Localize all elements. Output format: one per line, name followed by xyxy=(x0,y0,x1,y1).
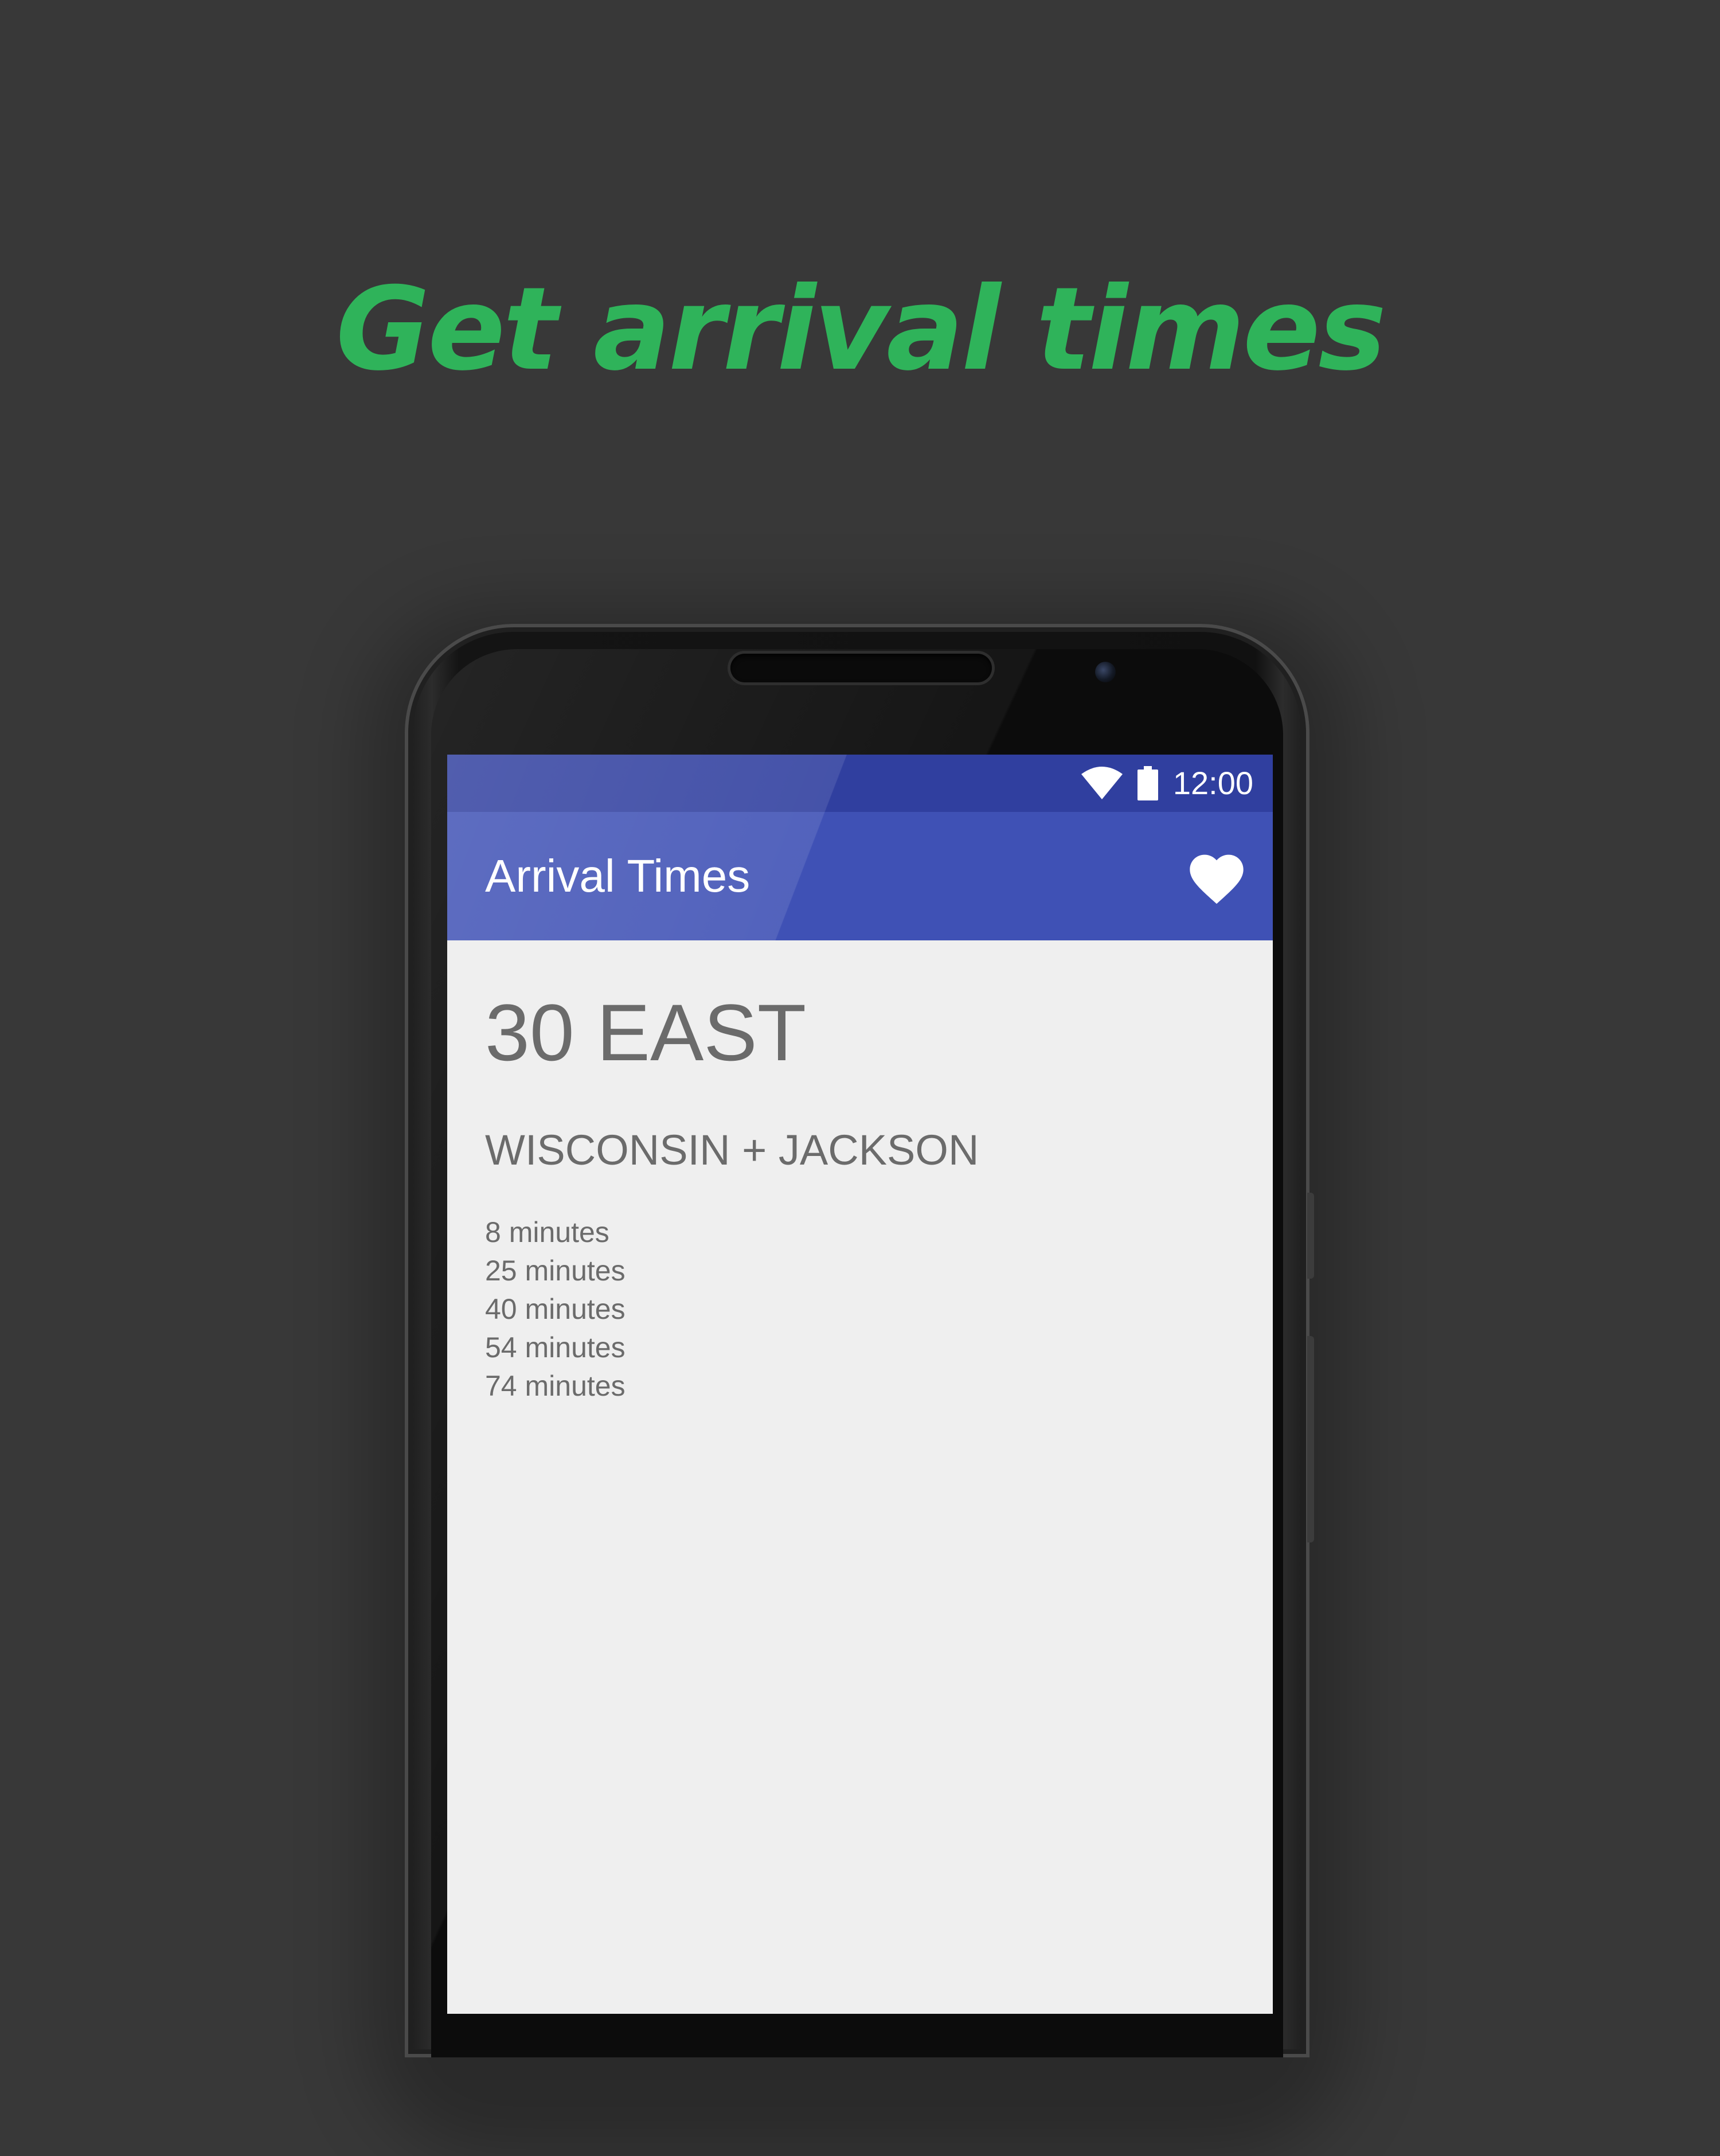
arrival-time-item: 74 minutes xyxy=(485,1370,626,1402)
status-clock: 12:00 xyxy=(1172,765,1253,801)
wifi-icon xyxy=(1081,767,1123,799)
arrival-times-list: 8 minutes 25 minutes 40 minutes 54 minut… xyxy=(485,1213,626,1405)
front-camera xyxy=(1095,662,1116,682)
app-screen: 12:00 Arrival Times 30 EAST WISCONSIN + … xyxy=(447,755,1273,2014)
status-bar: 12:00 xyxy=(447,755,1273,812)
app-title: Arrival Times xyxy=(485,850,750,901)
route-name: 30 EAST xyxy=(485,987,807,1077)
stop-name: WISCONSIN + JACKSON xyxy=(485,1126,979,1174)
battery-icon xyxy=(1137,766,1158,800)
arrival-time-item: 25 minutes xyxy=(485,1255,626,1287)
promo-headline: Get arrival times xyxy=(335,263,1387,396)
heart-icon[interactable] xyxy=(1185,846,1249,906)
power-button xyxy=(1307,1336,1314,1542)
status-icons: 12:00 xyxy=(1080,755,1253,812)
arrival-time-item: 54 minutes xyxy=(485,1331,626,1364)
volume-button xyxy=(1307,1193,1314,1279)
arrival-time-item: 40 minutes xyxy=(485,1293,626,1325)
arrival-time-item: 8 minutes xyxy=(485,1216,609,1248)
earpiece-speaker xyxy=(730,654,992,682)
